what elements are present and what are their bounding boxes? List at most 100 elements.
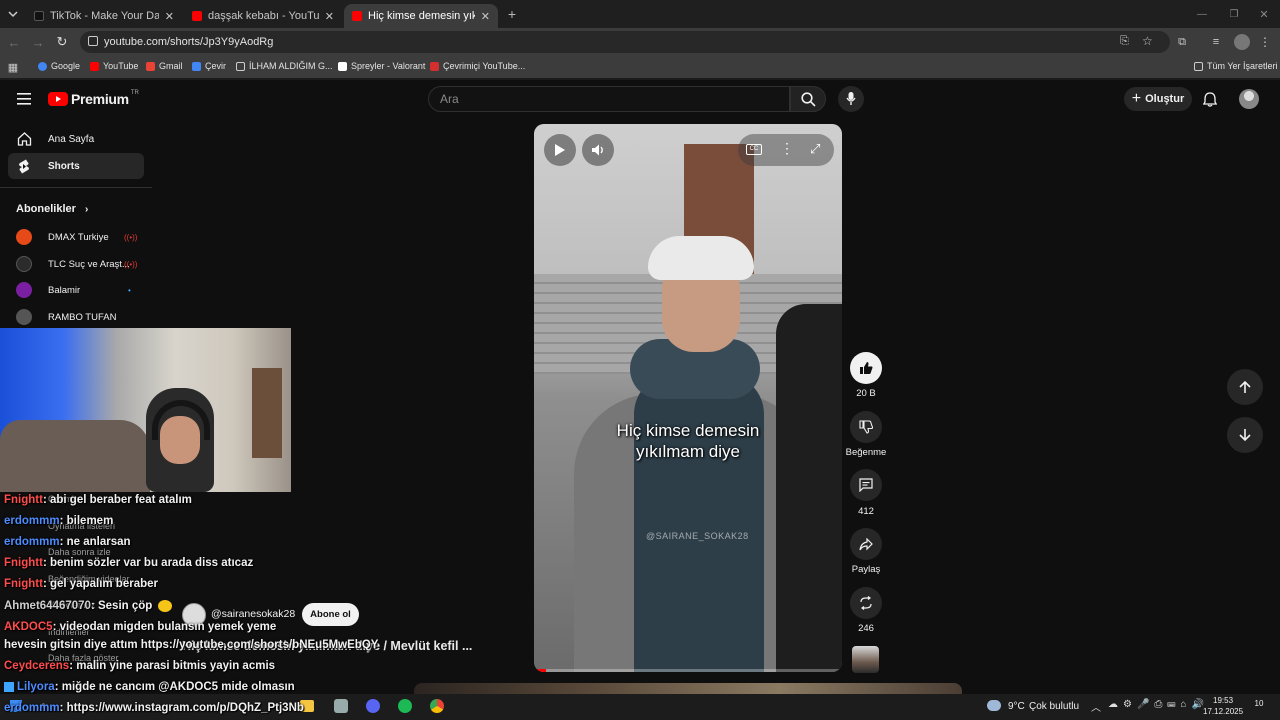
weather-temp[interactable]: 9°C <box>1008 701 1025 712</box>
thumbs-up-icon <box>860 362 873 374</box>
app-icon[interactable] <box>334 699 348 713</box>
dislike-button[interactable] <box>850 411 882 443</box>
weather-icon[interactable] <box>987 700 1001 711</box>
subscriptions-header[interactable]: Abonelikler › <box>16 203 88 215</box>
close-tab-icon[interactable]: ✕ <box>325 10 334 23</box>
minimize-icon[interactable]: — <box>1194 6 1210 22</box>
online-youtube-icon <box>430 61 439 71</box>
bookmarks-bar: ▦ Google YouTube Gmail Çevir İLHAM ALDIĞ… <box>0 56 1280 78</box>
chat-user: AKDOC5 <box>4 621 53 633</box>
next-short-preview <box>414 683 962 694</box>
bookmark-gmail[interactable]: Gmail <box>146 61 183 71</box>
video-right-person <box>776 304 842 672</box>
yt-logo[interactable]: Premium TR <box>48 90 139 107</box>
play-button[interactable] <box>544 134 576 166</box>
apps-grid-icon[interactable]: ▦ <box>6 60 20 74</box>
video-progress-bar[interactable] <box>534 669 842 672</box>
sidebar-item-shorts[interactable]: Shorts <box>8 153 144 179</box>
all-bookmarks[interactable]: Tüm Yer İşaretleri <box>1194 61 1278 71</box>
channel-avatar <box>16 309 32 325</box>
discord-icon[interactable] <box>366 699 380 713</box>
chat-message: Fnightt: abi gel beraber feat atalım <box>4 494 192 506</box>
comments-button[interactable] <box>850 469 882 501</box>
bookmark-star-icon[interactable]: ☆ <box>1142 34 1153 48</box>
chrome-menu-icon[interactable]: ⋮ <box>1258 34 1272 50</box>
close-tab-icon[interactable]: ✕ <box>481 10 490 23</box>
chat-message: hevesin gitsin diye attım https://youtub… <box>4 639 378 651</box>
close-tab-icon[interactable]: ✕ <box>165 10 174 23</box>
captions-icon[interactable]: CC <box>746 144 762 155</box>
subscription-item[interactable]: Balamir • <box>16 282 136 298</box>
remix-button[interactable] <box>850 587 882 619</box>
chat-message: erdommm: https://www.instagram.com/p/DQh… <box>4 702 304 714</box>
video-man-hair <box>648 236 754 280</box>
subscribe-label: Abone ol <box>310 609 351 620</box>
tray-icons[interactable]: ☁⚙🎤⎙⌨⌂🔊 <box>1108 699 1209 710</box>
tab-current-short[interactable]: Hiç kimse demesin yıkılmam diye ✕ <box>344 4 498 28</box>
search-button[interactable] <box>790 86 826 112</box>
bookmark-online-youtube[interactable]: Çevrimiçi YouTube... <box>430 61 525 71</box>
youtube-logo-icon <box>48 92 68 106</box>
install-icon[interactable]: ⎘ <box>1120 35 1129 48</box>
caption-line: Hiç kimse demesin <box>616 421 760 440</box>
volume-icon <box>592 144 603 156</box>
share-button[interactable] <box>850 528 882 560</box>
new-tab-icon[interactable]: + <box>504 6 520 22</box>
back-icon[interactable]: ← <box>6 34 22 50</box>
volume-button[interactable] <box>582 134 614 166</box>
chat-badge-icon <box>4 681 14 692</box>
bookmark-folder[interactable]: İLHAM ALDIĞIM G... <box>236 61 333 71</box>
audio-thumbnail[interactable] <box>852 646 879 673</box>
bookmark-youtube[interactable]: YouTube <box>90 61 138 71</box>
bookmark-google[interactable]: Google <box>38 61 80 71</box>
media-icon[interactable]: ≡ <box>1208 34 1224 50</box>
channel-name[interactable]: @sairanesokak28 <box>211 608 295 620</box>
chat-text: : Sesin çöp <box>90 600 153 613</box>
hamburger-menu-icon[interactable] <box>16 91 32 107</box>
clock-date[interactable]: 17.12.2025 <box>1203 707 1243 716</box>
logo-text: Premium <box>71 91 129 107</box>
like-button[interactable] <box>850 352 882 384</box>
notification-icon[interactable]: 10 <box>1252 699 1266 713</box>
share-label: Paylaş <box>851 564 881 575</box>
subscription-item[interactable]: TLC Suç ve Araşt... ((•)) <box>16 256 137 272</box>
video-watermark: @SAIRANE_SOKAK28 <box>646 531 749 541</box>
site-info-icon[interactable] <box>88 36 98 46</box>
subscription-item[interactable]: DMAX Turkiye ((•)) <box>16 229 137 245</box>
previous-short-button[interactable] <box>1227 369 1263 405</box>
profile-icon[interactable] <box>1234 34 1250 50</box>
chrome-icon[interactable] <box>430 699 444 713</box>
video-caption: Hiç kimse demesin yıkılmam diye <box>534 420 842 462</box>
clock-time[interactable]: 19:53 <box>1213 696 1233 705</box>
chat-text: : gel yapalım beraber <box>42 578 158 590</box>
tray-chevron-icon[interactable]: ︿ <box>1091 699 1101 714</box>
create-button[interactable]: + Oluştur <box>1124 87 1192 111</box>
chat-message: Ceydcerens: malin yine parasi bitmis yay… <box>4 660 275 672</box>
restore-icon[interactable]: ❐ <box>1226 6 1242 22</box>
tab-dassak[interactable]: daşşak kebabı - YouTube ✕ <box>184 4 342 28</box>
next-short-button[interactable] <box>1227 417 1263 453</box>
close-window-icon[interactable]: ✕ <box>1256 6 1272 22</box>
forward-icon[interactable]: → <box>30 34 46 50</box>
reload-icon[interactable]: ↻ <box>54 34 70 50</box>
fullscreen-icon[interactable]: ⤢ <box>810 141 820 157</box>
spotify-icon[interactable] <box>398 699 412 713</box>
sidebar-item-home[interactable]: Ana Sayfa <box>8 126 144 152</box>
tab-tiktok[interactable]: TikTok - Make Your Day ✕ <box>26 4 182 28</box>
more-options-icon[interactable]: ⋮ <box>780 140 794 157</box>
search-input[interactable]: Ara <box>428 86 790 112</box>
avatar[interactable] <box>1239 89 1259 109</box>
voice-search-button[interactable] <box>838 86 864 112</box>
bookmark-translate[interactable]: Çevir <box>192 61 226 71</box>
youtube-icon <box>352 11 362 21</box>
tab-search-icon[interactable] <box>6 7 20 21</box>
bookmark-valorant[interactable]: Spreyler - Valorant <box>338 61 425 71</box>
subscribe-button[interactable]: Abone ol <box>302 603 359 626</box>
shorts-video-player[interactable]: CC ⋮ ⤢ Hiç kimse demesin yıkılmam diye @… <box>534 124 842 672</box>
notifications-bell-icon[interactable] <box>1202 91 1218 107</box>
weather-desc[interactable]: Çok bulutlu <box>1029 701 1079 712</box>
tab-title: TikTok - Make Your Day <box>50 10 159 22</box>
subscription-item[interactable]: RAMBO TUFAN <box>16 309 136 325</box>
address-bar[interactable]: youtube.com/shorts/Jp3Y9yAodRg ⎘ ☆ <box>80 31 1170 53</box>
extensions-icon[interactable]: ⧉ <box>1174 34 1190 50</box>
